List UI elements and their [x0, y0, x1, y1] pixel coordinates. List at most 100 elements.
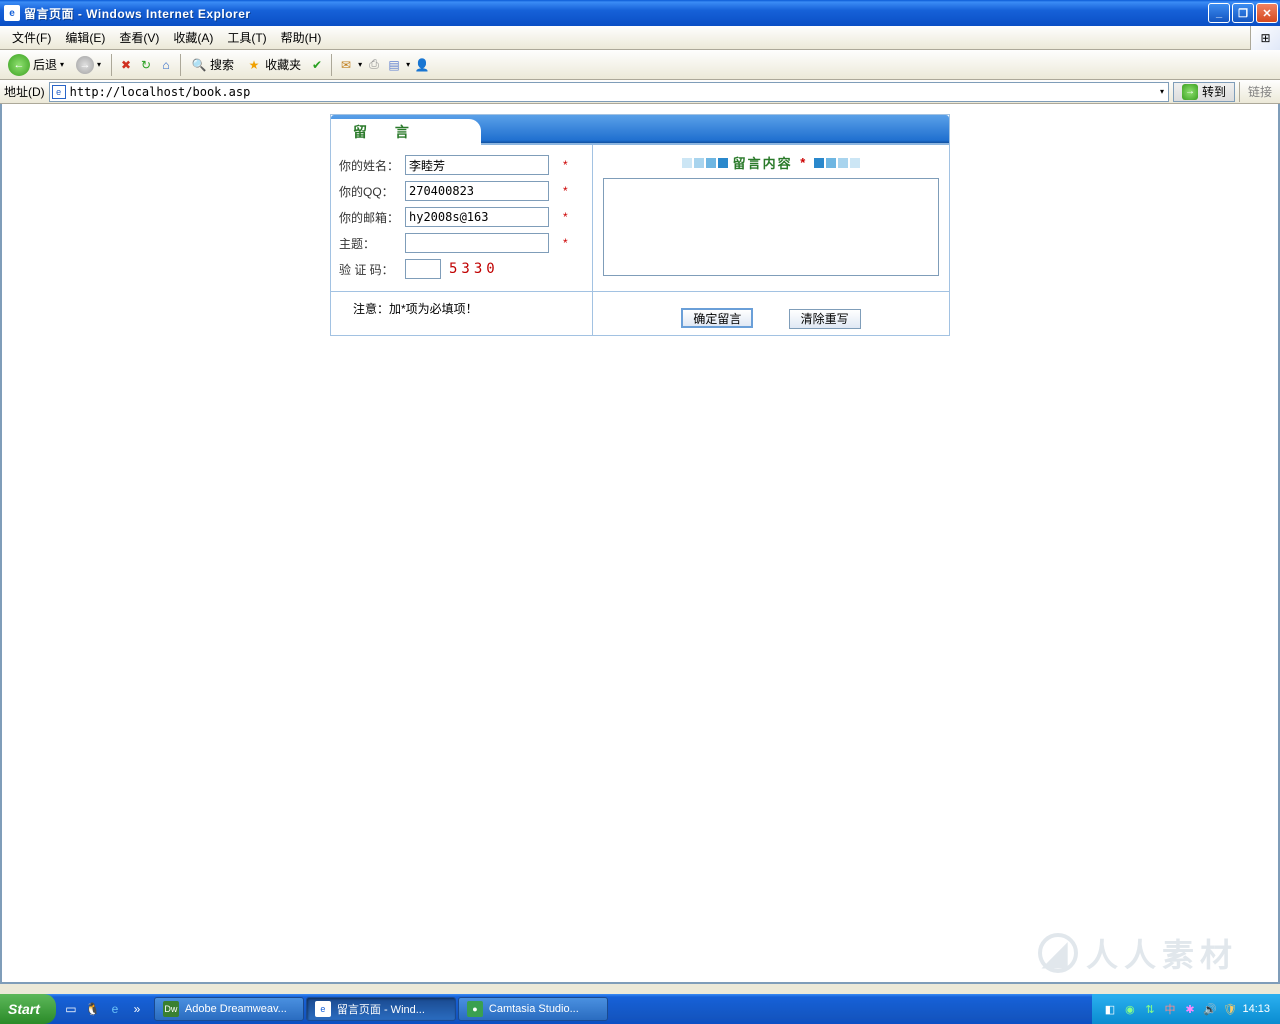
search-label: 搜索	[210, 56, 234, 73]
maximize-button[interactable]: ❐	[1232, 3, 1254, 23]
show-desktop-icon[interactable]: ▭	[62, 1000, 80, 1018]
qq-input[interactable]	[405, 181, 549, 201]
go-label: 转到	[1202, 83, 1226, 100]
url-text: http://localhost/book.asp	[70, 85, 251, 99]
form-note: 注意：加*项为必填项！	[353, 302, 478, 316]
forward-arrow-icon: →	[76, 56, 94, 74]
email-label: 你的邮箱：	[339, 209, 405, 226]
stop-button[interactable]: ✖	[118, 57, 134, 73]
back-button[interactable]: ← 后退 ▾	[4, 52, 68, 78]
forward-button[interactable]: → ▾	[72, 54, 105, 76]
quick-launch: ▭ 🐧 e »	[56, 1000, 152, 1018]
name-input[interactable]	[405, 155, 549, 175]
required-mark: *	[563, 184, 568, 198]
form-fields: 你的姓名： * 你的QQ： * 你的邮箱： *	[331, 145, 593, 291]
links-label[interactable]: 链接	[1239, 82, 1280, 102]
task-label: Adobe Dreamweav...	[185, 1003, 287, 1015]
dreamweaver-icon: Dw	[163, 1001, 179, 1017]
message-panel: 留言内容 *	[593, 145, 949, 291]
minimize-button[interactable]: _	[1208, 3, 1230, 23]
reset-button[interactable]: 清除重写	[789, 309, 861, 329]
print-button[interactable]: ⎙	[366, 57, 382, 73]
ie-icon: e	[4, 5, 20, 21]
star-icon: ★	[246, 57, 262, 73]
start-button[interactable]: Start	[0, 994, 56, 1024]
browser-viewport: 留 言 你的姓名： * 你的QQ： * 你的邮箱：	[0, 104, 1280, 984]
box-title: 留 言	[331, 119, 481, 145]
history-button[interactable]: ✔	[309, 57, 325, 73]
window-titlebar: e 留言页面 - Windows Internet Explorer _ ❐ ✕	[0, 0, 1280, 26]
favorites-button[interactable]: ★ 收藏夹	[242, 54, 305, 75]
taskbar: Start ▭ 🐧 e » Dw Adobe Dreamweav... e 留言…	[0, 994, 1280, 1024]
back-dropdown-icon: ▾	[60, 60, 64, 69]
camtasia-icon: ●	[467, 1001, 483, 1017]
qq-label: 你的QQ：	[339, 183, 405, 200]
box-header: 留 言	[331, 115, 949, 145]
content-header: 留言内容 *	[603, 153, 939, 172]
tray-star-icon[interactable]: ✱	[1182, 1002, 1197, 1017]
submit-button[interactable]: 确定留言	[681, 308, 753, 328]
tray-lang-icon[interactable]: 中	[1162, 1002, 1177, 1017]
separator	[331, 54, 332, 76]
go-button[interactable]: → 转到	[1173, 82, 1235, 102]
page-icon: e	[52, 85, 66, 99]
windows-flag-icon: ⊞	[1250, 26, 1280, 50]
qq-icon[interactable]: 🐧	[84, 1000, 102, 1018]
watermark-icon: ◢	[1038, 933, 1078, 973]
chevron-icon[interactable]: »	[128, 1000, 146, 1018]
guestbook-box: 留 言 你的姓名： * 你的QQ： * 你的邮箱：	[330, 114, 950, 336]
address-input-box[interactable]: e http://localhost/book.asp ▾	[49, 82, 1169, 102]
captcha-input[interactable]	[405, 259, 441, 279]
ie-icon[interactable]: e	[106, 1000, 124, 1018]
messenger-button[interactable]: 👤	[414, 57, 430, 73]
refresh-button[interactable]: ↻	[138, 57, 154, 73]
captcha-value: 5330	[449, 261, 499, 277]
message-textarea[interactable]	[603, 178, 939, 276]
tray-safe-icon[interactable]: ◉	[1122, 1002, 1137, 1017]
menu-view[interactable]: 查看(V)	[113, 27, 165, 48]
name-label: 你的姓名：	[339, 157, 405, 174]
tray-network-icon[interactable]: ◧	[1102, 1002, 1117, 1017]
menu-favorites[interactable]: 收藏(A)	[167, 27, 219, 48]
address-dropdown-icon[interactable]: ▾	[1160, 87, 1168, 96]
mail-dropdown-icon: ▾	[358, 60, 362, 69]
favorites-label: 收藏夹	[265, 56, 301, 73]
tray-volume-icon[interactable]: 🔊	[1202, 1002, 1217, 1017]
menu-help[interactable]: 帮助(H)	[275, 27, 328, 48]
taskbar-item-camtasia[interactable]: ● Camtasia Studio...	[458, 997, 608, 1021]
required-mark: *	[800, 155, 805, 170]
subject-input[interactable]	[405, 233, 549, 253]
back-arrow-icon: ←	[8, 54, 30, 76]
mail-button[interactable]: ✉	[338, 57, 354, 73]
tray-shield-icon[interactable]: 🛡	[1222, 1002, 1237, 1017]
tray-clock[interactable]: 14:13	[1242, 1003, 1270, 1015]
back-label: 后退	[33, 56, 57, 73]
search-icon: 🔍	[191, 57, 207, 73]
system-tray: ◧ ◉ ⇅ 中 ✱ 🔊 🛡 14:13	[1092, 994, 1280, 1024]
task-label: 留言页面 - Wind...	[337, 1001, 425, 1017]
separator	[180, 54, 181, 76]
edit-button[interactable]: ▤	[386, 57, 402, 73]
taskbar-item-dreamweaver[interactable]: Dw Adobe Dreamweav...	[154, 997, 304, 1021]
taskbar-item-ie[interactable]: e 留言页面 - Wind...	[306, 997, 456, 1021]
tray-wifi-icon[interactable]: ⇅	[1142, 1002, 1157, 1017]
home-button[interactable]: ⌂	[158, 57, 174, 73]
go-arrow-icon: →	[1182, 84, 1198, 100]
content-title: 留言内容	[733, 156, 793, 171]
menu-tools[interactable]: 工具(T)	[221, 27, 272, 48]
menu-edit[interactable]: 编辑(E)	[59, 27, 111, 48]
required-mark: *	[563, 158, 568, 172]
start-label: Start	[8, 1001, 40, 1017]
address-bar: 地址(D) e http://localhost/book.asp ▾ → 转到…	[0, 80, 1280, 104]
menu-file[interactable]: 文件(F)	[6, 27, 57, 48]
email-input[interactable]	[405, 207, 549, 227]
watermark-text: 人人素材	[1086, 930, 1238, 976]
close-button[interactable]: ✕	[1256, 3, 1278, 23]
search-button[interactable]: 🔍 搜索	[187, 54, 238, 75]
address-label: 地址(D)	[4, 83, 49, 100]
menu-bar: 文件(F) 编辑(E) 查看(V) 收藏(A) 工具(T) 帮助(H) ⊞	[0, 26, 1280, 50]
captcha-label: 验 证 码：	[339, 261, 405, 278]
edit-dropdown-icon: ▾	[406, 60, 410, 69]
window-title: 留言页面 - Windows Internet Explorer	[24, 5, 1208, 22]
required-mark: *	[563, 210, 568, 224]
